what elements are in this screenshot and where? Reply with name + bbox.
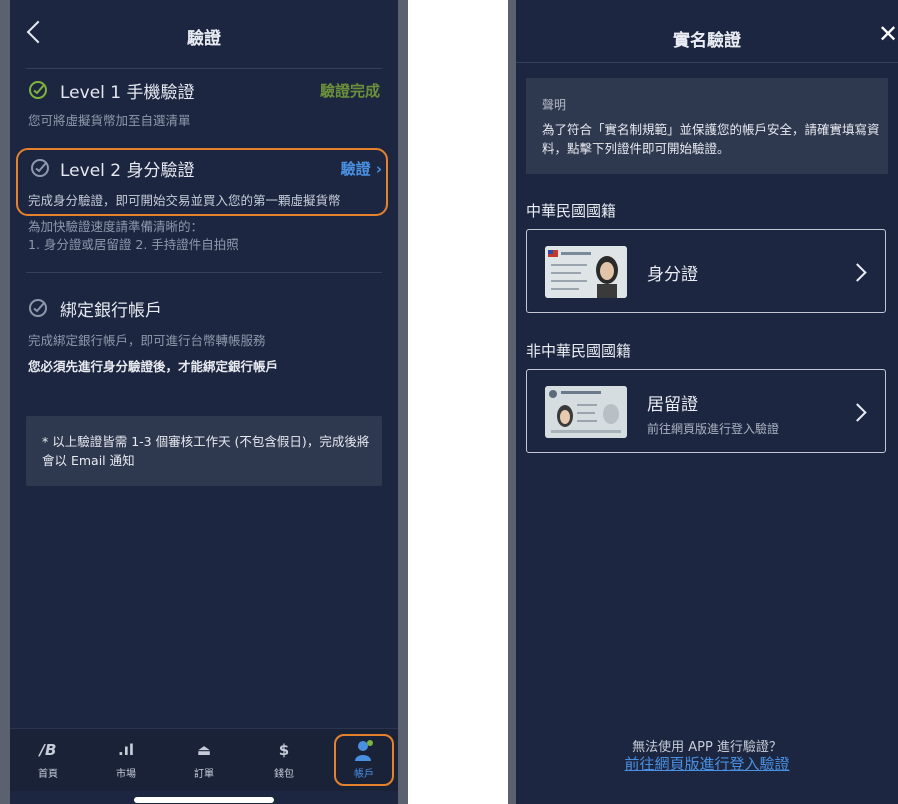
notice-text: * 以上驗證皆需 1-3 個審核工作天 (不包含假日)，完成後將會以 Email… [42, 434, 370, 468]
tab-label: 市場 [116, 769, 136, 780]
verify-label: 驗證 [340, 160, 371, 178]
page-title: 驗證 [187, 29, 221, 49]
check-circle-icon [29, 299, 47, 317]
residence-card-subtitle: 前往網頁版進行登入驗證 [647, 422, 780, 436]
section-foreign: 非中華民國國籍 [526, 342, 632, 360]
divider [26, 68, 382, 69]
inbox-icon: ⏏ [196, 741, 212, 759]
web-verification-link[interactable]: 前往網頁版進行登入驗證 [516, 753, 898, 774]
check-circle-icon [31, 159, 49, 177]
level1-description: 您可將虛擬貨幣加至自選清單 [28, 113, 191, 128]
tab-market[interactable]: .ıl 市場 [96, 735, 156, 785]
home-indicator [134, 797, 274, 803]
bank-title: 綁定銀行帳戶 [60, 301, 162, 321]
id-card-option[interactable]: 身分證 [526, 229, 886, 313]
level1-status: 驗證完成 [319, 82, 380, 100]
level2-title: Level 2 身分驗證 [60, 161, 195, 181]
close-icon[interactable]: ✕ [878, 22, 898, 46]
signal-bars-icon: .ıl [118, 741, 134, 759]
bank-warning: 您必須先進行身分驗證後，才能綁定銀行帳戶 [28, 359, 279, 374]
residence-card-option[interactable]: 居留證 前往網頁版進行登入驗證 [526, 369, 886, 453]
section-citizen: 中華民國國籍 [526, 202, 617, 220]
id-card-title: 身分證 [647, 265, 698, 285]
residence-card-image [545, 386, 627, 438]
level2-verify-button[interactable]: 驗證 › [341, 158, 382, 179]
tab-wallet[interactable]: $ 錢包 [254, 735, 314, 785]
declaration-box: 聲明 為了符合「實名制規範」並保護您的帳戶安全，請確實填寫資料，點擊下列證件即可… [526, 78, 888, 174]
tab-home[interactable]: ∕B 首頁 [18, 735, 78, 785]
notice-box: * 以上驗證皆需 1-3 個審核工作天 (不包含假日)，完成後將會以 Email… [26, 416, 382, 486]
level2-hint: 為加快驗證速度請準備清晰的： [28, 219, 204, 234]
home-logo-icon: ∕B [39, 741, 57, 759]
level1-title: Level 1 手機驗證 [60, 83, 195, 103]
chevron-right-icon [848, 403, 867, 422]
divider [26, 272, 382, 273]
level2-description: 完成身分驗證，即可開始交易並買入您的第一顆虛擬貨幣 [28, 193, 341, 208]
header: 驗證 [10, 0, 398, 70]
real-name-verification-screen: 實名驗證 ✕ 聲明 為了符合「實名制規範」並保護您的帳戶安全，請確實填寫資料，點… [508, 0, 898, 804]
level2-hint: 1. 身分證或居留證 2. 手持證件自拍照 [28, 237, 239, 252]
dollar-icon: $ [278, 741, 290, 759]
tab-account-highlight [334, 734, 394, 786]
divider [516, 62, 898, 63]
id-card-image [545, 246, 627, 298]
declaration-text: 為了符合「實名制規範」並保護您的帳戶安全，請確實填寫資料，點擊下列證件即可開始驗… [542, 122, 880, 156]
declaration-heading: 聲明 [542, 98, 567, 112]
check-circle-icon [29, 81, 47, 99]
verification-screen: 驗證 Level 1 手機驗證 驗證完成 您可將虛擬貨幣加至自選清單 Level… [0, 0, 408, 804]
tab-label: 首頁 [38, 769, 58, 780]
tab-orders[interactable]: ⏏ 訂單 [174, 735, 234, 785]
tab-label: 錢包 [274, 769, 294, 780]
bank-description: 完成綁定銀行帳戶，即可進行台幣轉帳服務 [28, 333, 266, 348]
page-title: 實名驗證 [673, 31, 741, 51]
tab-label: 訂單 [194, 769, 214, 780]
chevron-right-icon [848, 263, 867, 282]
residence-card-title: 居留證 [647, 395, 698, 415]
